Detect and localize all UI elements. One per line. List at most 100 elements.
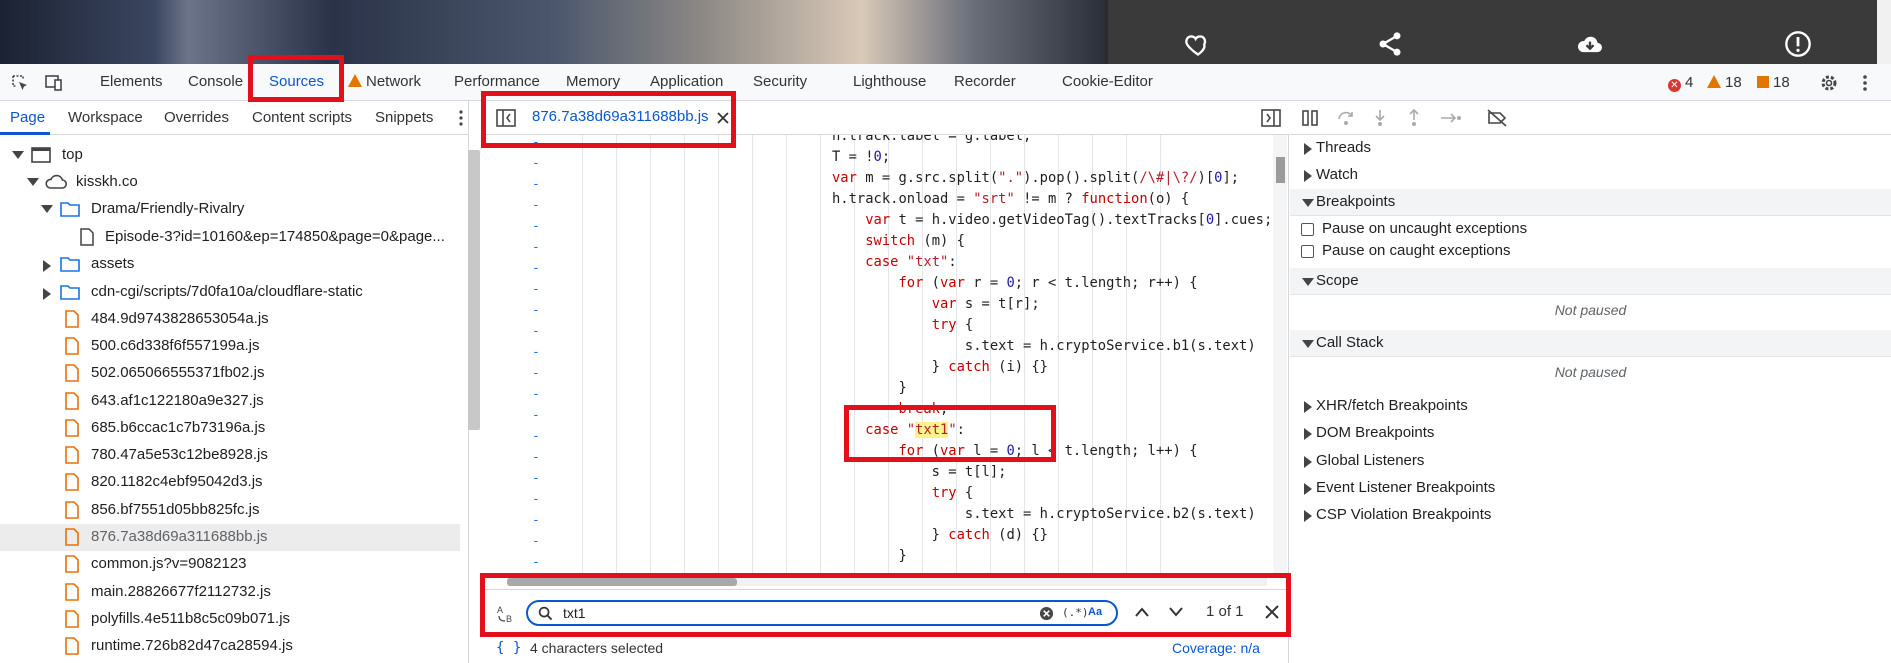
tab-lighthouse[interactable]: Lighthouse [853,73,926,90]
section-scope[interactable]: Scope [1290,268,1891,295]
section-csp-violation-breakpoints[interactable]: CSP Violation Breakpoints [1290,502,1891,529]
section-threads[interactable]: Threads [1290,135,1891,162]
tree-item-file[interactable]: common.js?v=9082123 [0,551,460,578]
nav-tab-overrides[interactable]: Overrides [164,109,229,126]
code-line[interactable]: s.text = h.cryptoService.b1(s.text) [832,338,1256,359]
navigator-scrollbar[interactable] [468,150,480,430]
folder-icon [60,257,80,272]
pause-resume-icon[interactable] [1302,110,1318,126]
warning-count[interactable]: 18 [1707,74,1742,91]
tab-cookie-editor[interactable]: Cookie-Editor [1062,73,1153,90]
section-label: Call Stack [1316,334,1384,351]
section-xhr-breakpoints[interactable]: XHR/fetch Breakpoints [1290,393,1891,420]
cloud-download-icon[interactable] [1576,30,1604,58]
nav-tab-workspace[interactable]: Workspace [68,109,143,126]
section-dom-breakpoints[interactable]: DOM Breakpoints [1290,420,1891,447]
code-line[interactable]: } catch (d) {} [832,527,1048,548]
page-scrollbar[interactable] [1877,0,1891,64]
code-line[interactable]: h.track.onload = "srt" != m ? function(o… [832,191,1189,212]
code-content[interactable]: h.track.label = g.label, T = !0; var m = g… [482,135,1272,573]
tab-recorder[interactable]: Recorder [954,73,1016,90]
expanded-arrow-icon [41,205,53,213]
code-line[interactable]: switch (m) { [832,233,965,254]
tree-item-file[interactable]: 500.c6d338f6f557199a.js [0,333,460,360]
pause-caught-checkbox[interactable] [1301,245,1314,258]
tree-item-folder[interactable]: assets [0,251,460,278]
tree-item-top[interactable]: top [0,142,460,169]
nav-tab-snippets[interactable]: Snippets [375,109,433,126]
tree-item-folder[interactable]: Drama/Friendly-Rivalry [0,196,460,223]
tab-console[interactable]: Console [188,73,243,90]
code-line[interactable]: try { [832,317,974,338]
tree-item-file[interactable]: 820.1182c4ebf95042d3.js [0,469,460,496]
section-label: Breakpoints [1316,193,1396,210]
code-line[interactable]: try { [832,485,974,506]
section-call-stack[interactable]: Call Stack [1290,330,1891,357]
js-file-icon [65,364,79,382]
code-line[interactable]: } catch (i) {} [832,359,1048,380]
section-breakpoints[interactable]: Breakpoints [1290,189,1891,216]
editor-vertical-thumb[interactable] [1276,157,1285,183]
tree-item-file[interactable]: 685.b6ccac1c7b73196a.js [0,415,460,442]
annotation-box-file-tab [481,91,736,148]
tree-label: main.28826677f2112732.js [91,583,271,600]
pretty-print-icon[interactable]: { } [496,640,521,656]
section-event-listener-breakpoints[interactable]: Event Listener Breakpoints [1290,475,1891,502]
code-line[interactable]: s.text = h.cryptoService.b2(s.text) [832,506,1256,527]
tree-item-file[interactable]: polyfills.4e511b8c5c09b071.js [0,606,460,633]
code-line[interactable]: var s = t[r]; [832,296,1040,317]
tree-item-domain[interactable]: kisskh.co [0,169,460,196]
more-options-icon[interactable] [1855,73,1875,93]
tab-performance[interactable]: Performance [454,73,540,90]
share-icon[interactable] [1376,30,1404,58]
deactivate-breakpoints-icon[interactable] [1487,109,1507,127]
code-line[interactable]: h.track.label = g.label, [832,135,1031,149]
debugger-toolbar [1290,101,1891,135]
code-line[interactable]: case "txt": [832,254,956,275]
code-line[interactable]: T = !0; [832,149,890,170]
code-line[interactable]: for (var r = 0; r < t.length; r++) { [832,275,1197,296]
nav-tab-content-scripts[interactable]: Content scripts [252,109,352,126]
tab-elements[interactable]: Elements [100,73,163,90]
js-file-icon [65,637,79,655]
tree-item-folder[interactable]: cdn-cgi/scripts/7d0fa10a/cloudflare-stat… [0,279,460,306]
tab-application[interactable]: Application [650,73,723,90]
section-global-listeners[interactable]: Global Listeners [1290,448,1891,475]
code-line[interactable]: } [832,380,906,401]
tree-item-file[interactable]: 502.065066555371fb02.js [0,360,460,387]
collapsed-arrow-icon [1304,401,1312,413]
section-watch[interactable]: Watch [1290,162,1891,189]
toggle-debugger-icon[interactable] [1261,109,1281,127]
tree-item-file[interactable]: 856.bf7551d05bb825fc.js [0,497,460,524]
report-icon[interactable] [1784,30,1812,58]
device-toolbar-icon[interactable] [44,73,64,93]
section-label: Global Listeners [1316,452,1425,469]
issue-count[interactable]: 18 [1757,74,1790,91]
code-line[interactable]: var m = g.src.split(".").pop().split(/\#… [832,170,1239,191]
tab-security[interactable]: Security [753,73,807,90]
code-line[interactable]: var t = h.video.getVideoTag().textTracks… [832,212,1272,233]
expanded-arrow-icon [1302,340,1314,348]
editor-vertical-scrollbar[interactable] [1273,135,1287,573]
pause-uncaught-checkbox[interactable] [1301,223,1314,236]
tree-item-file[interactable]: runtime.726b82d47ca28594.js [0,633,460,660]
tree-item-file[interactable]: 780.47a5e53c12be8928.js [0,442,460,469]
collapsed-arrow-icon [43,288,51,300]
tree-item-file[interactable]: main.28826677f2112732.js [0,579,460,606]
tree-item-document[interactable]: Episode-3?id=10160&ep=174850&page=0&page… [0,224,460,251]
coverage-link[interactable]: Coverage: n/a [1172,640,1260,656]
nav-tab-page[interactable]: Page [10,109,45,126]
inspect-element-icon[interactable] [10,73,30,93]
tab-memory[interactable]: Memory [566,73,620,90]
error-count[interactable]: ✕ 4 [1668,74,1693,92]
more-tabs-icon[interactable] [455,109,467,127]
tree-item-file[interactable]: 484.9d9743828653054a.js [0,306,460,333]
tree-item-file[interactable]: 643.af1c122180a9e327.js [0,388,460,415]
tree-item-file-selected[interactable]: 876.7a38d69a311688bb.js [0,524,460,551]
code-line[interactable]: } [832,548,906,569]
code-line[interactable]: s = t[l]; [832,464,1007,485]
heart-icon[interactable] [1184,30,1212,58]
settings-gear-icon[interactable] [1819,73,1839,93]
tab-network[interactable]: Network [348,73,421,90]
pause-caught-label: Pause on caught exceptions [1322,242,1511,259]
